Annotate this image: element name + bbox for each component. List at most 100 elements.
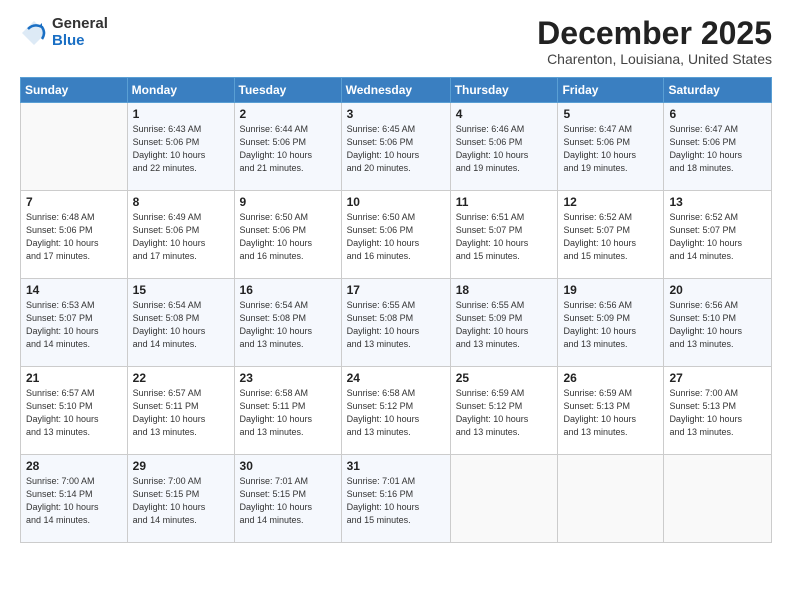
col-thursday: Thursday bbox=[450, 78, 558, 103]
day-info: Sunrise: 6:54 AM Sunset: 5:08 PM Dayligh… bbox=[133, 299, 229, 351]
day-info: Sunrise: 6:58 AM Sunset: 5:11 PM Dayligh… bbox=[240, 387, 336, 439]
day-info: Sunrise: 7:01 AM Sunset: 5:15 PM Dayligh… bbox=[240, 475, 336, 527]
day-number: 17 bbox=[347, 283, 445, 297]
day-number: 2 bbox=[240, 107, 336, 121]
day-number: 9 bbox=[240, 195, 336, 209]
calendar-cell: 21 Sunrise: 6:57 AM Sunset: 5:10 PM Dayli… bbox=[21, 367, 128, 455]
day-info: Sunrise: 6:45 AM Sunset: 5:06 PM Dayligh… bbox=[347, 123, 445, 175]
calendar-cell: 2 Sunrise: 6:44 AM Sunset: 5:06 PM Daylig… bbox=[234, 103, 341, 191]
day-number: 28 bbox=[26, 459, 122, 473]
day-number: 18 bbox=[456, 283, 553, 297]
day-number: 27 bbox=[669, 371, 766, 385]
calendar-cell: 4 Sunrise: 6:46 AM Sunset: 5:06 PM Daylig… bbox=[450, 103, 558, 191]
day-number: 5 bbox=[563, 107, 658, 121]
main-title: December 2025 bbox=[537, 16, 772, 51]
calendar-cell: 31 Sunrise: 7:01 AM Sunset: 5:16 PM Dayli… bbox=[341, 455, 450, 543]
calendar-cell: 22 Sunrise: 6:57 AM Sunset: 5:11 PM Dayli… bbox=[127, 367, 234, 455]
day-info: Sunrise: 6:46 AM Sunset: 5:06 PM Dayligh… bbox=[456, 123, 553, 175]
day-number: 20 bbox=[669, 283, 766, 297]
logo-blue-text: Blue bbox=[52, 33, 108, 50]
calendar-cell: 28 Sunrise: 7:00 AM Sunset: 5:14 PM Dayli… bbox=[21, 455, 128, 543]
calendar-cell: 14Sunrise: 6:53 AM Sunset: 5:07 PM Dayli… bbox=[21, 279, 128, 367]
day-number: 1 bbox=[133, 107, 229, 121]
calendar-cell: 13 Sunrise: 6:52 AM Sunset: 5:07 PM Dayli… bbox=[664, 191, 772, 279]
col-tuesday: Tuesday bbox=[234, 78, 341, 103]
calendar-cell: 16 Sunrise: 6:54 AM Sunset: 5:08 PM Dayli… bbox=[234, 279, 341, 367]
day-info: Sunrise: 6:58 AM Sunset: 5:12 PM Dayligh… bbox=[347, 387, 445, 439]
day-info: Sunrise: 6:52 AM Sunset: 5:07 PM Dayligh… bbox=[669, 211, 766, 263]
calendar-cell: 11 Sunrise: 6:51 AM Sunset: 5:07 PM Dayli… bbox=[450, 191, 558, 279]
day-info: Sunrise: 7:00 AM Sunset: 5:14 PM Dayligh… bbox=[26, 475, 122, 527]
day-info: Sunrise: 6:55 AM Sunset: 5:08 PM Dayligh… bbox=[347, 299, 445, 351]
calendar-cell: 15 Sunrise: 6:54 AM Sunset: 5:08 PM Dayli… bbox=[127, 279, 234, 367]
week-row-2: 7 Sunrise: 6:48 AM Sunset: 5:06 PM Daylig… bbox=[21, 191, 772, 279]
day-info: Sunrise: 6:56 AM Sunset: 5:09 PM Dayligh… bbox=[563, 299, 658, 351]
day-number: 16 bbox=[240, 283, 336, 297]
day-info: Sunrise: 6:57 AM Sunset: 5:10 PM Dayligh… bbox=[26, 387, 122, 439]
week-row-1: 1Sunrise: 6:43 AM Sunset: 5:06 PM Daylig… bbox=[21, 103, 772, 191]
calendar-cell bbox=[21, 103, 128, 191]
calendar-cell bbox=[558, 455, 664, 543]
day-info: Sunrise: 7:01 AM Sunset: 5:16 PM Dayligh… bbox=[347, 475, 445, 527]
day-number: 26 bbox=[563, 371, 658, 385]
subtitle: Charenton, Louisiana, United States bbox=[537, 51, 772, 67]
calendar-cell: 20 Sunrise: 6:56 AM Sunset: 5:10 PM Dayli… bbox=[664, 279, 772, 367]
col-friday: Friday bbox=[558, 78, 664, 103]
calendar-cell bbox=[450, 455, 558, 543]
calendar-cell: 17 Sunrise: 6:55 AM Sunset: 5:08 PM Dayli… bbox=[341, 279, 450, 367]
day-number: 19 bbox=[563, 283, 658, 297]
day-info: Sunrise: 6:50 AM Sunset: 5:06 PM Dayligh… bbox=[347, 211, 445, 263]
calendar-cell bbox=[664, 455, 772, 543]
day-info: Sunrise: 6:56 AM Sunset: 5:10 PM Dayligh… bbox=[669, 299, 766, 351]
calendar-table: Sunday Monday Tuesday Wednesday Thursday… bbox=[20, 77, 772, 543]
day-info: Sunrise: 6:51 AM Sunset: 5:07 PM Dayligh… bbox=[456, 211, 553, 263]
week-row-5: 28 Sunrise: 7:00 AM Sunset: 5:14 PM Dayli… bbox=[21, 455, 772, 543]
day-number: 6 bbox=[669, 107, 766, 121]
calendar-cell: 25 Sunrise: 6:59 AM Sunset: 5:12 PM Dayli… bbox=[450, 367, 558, 455]
day-number: 15 bbox=[133, 283, 229, 297]
day-info: Sunrise: 6:52 AM Sunset: 5:07 PM Dayligh… bbox=[563, 211, 658, 263]
calendar-cell: 19 Sunrise: 6:56 AM Sunset: 5:09 PM Dayli… bbox=[558, 279, 664, 367]
day-info: Sunrise: 6:57 AM Sunset: 5:11 PM Dayligh… bbox=[133, 387, 229, 439]
calendar-cell: 1Sunrise: 6:43 AM Sunset: 5:06 PM Daylig… bbox=[127, 103, 234, 191]
calendar-header-row: Sunday Monday Tuesday Wednesday Thursday… bbox=[21, 78, 772, 103]
day-info: Sunrise: 6:59 AM Sunset: 5:12 PM Dayligh… bbox=[456, 387, 553, 439]
day-number: 4 bbox=[456, 107, 553, 121]
calendar-cell: 10 Sunrise: 6:50 AM Sunset: 5:06 PM Dayli… bbox=[341, 191, 450, 279]
day-info: Sunrise: 6:54 AM Sunset: 5:08 PM Dayligh… bbox=[240, 299, 336, 351]
day-number: 8 bbox=[133, 195, 229, 209]
day-number: 7 bbox=[26, 195, 122, 209]
col-monday: Monday bbox=[127, 78, 234, 103]
calendar-cell: 9Sunrise: 6:50 AM Sunset: 5:06 PM Daylig… bbox=[234, 191, 341, 279]
calendar-cell: 5 Sunrise: 6:47 AM Sunset: 5:06 PM Daylig… bbox=[558, 103, 664, 191]
logo: General Blue bbox=[20, 16, 108, 49]
day-info: Sunrise: 6:55 AM Sunset: 5:09 PM Dayligh… bbox=[456, 299, 553, 351]
day-number: 22 bbox=[133, 371, 229, 385]
logo-text: General Blue bbox=[52, 16, 108, 49]
day-number: 21 bbox=[26, 371, 122, 385]
calendar-cell: 30 Sunrise: 7:01 AM Sunset: 5:15 PM Dayli… bbox=[234, 455, 341, 543]
day-number: 3 bbox=[347, 107, 445, 121]
day-number: 11 bbox=[456, 195, 553, 209]
calendar-cell: 23Sunrise: 6:58 AM Sunset: 5:11 PM Dayli… bbox=[234, 367, 341, 455]
calendar-cell: 27 Sunrise: 7:00 AM Sunset: 5:13 PM Dayli… bbox=[664, 367, 772, 455]
calendar-cell: 26Sunrise: 6:59 AM Sunset: 5:13 PM Dayli… bbox=[558, 367, 664, 455]
col-sunday: Sunday bbox=[21, 78, 128, 103]
day-number: 31 bbox=[347, 459, 445, 473]
day-number: 30 bbox=[240, 459, 336, 473]
calendar-cell: 6Sunrise: 6:47 AM Sunset: 5:06 PM Daylig… bbox=[664, 103, 772, 191]
logo-general-text: General bbox=[52, 16, 108, 33]
day-info: Sunrise: 6:44 AM Sunset: 5:06 PM Dayligh… bbox=[240, 123, 336, 175]
day-number: 10 bbox=[347, 195, 445, 209]
day-number: 29 bbox=[133, 459, 229, 473]
day-info: Sunrise: 7:00 AM Sunset: 5:13 PM Dayligh… bbox=[669, 387, 766, 439]
day-number: 14 bbox=[26, 283, 122, 297]
day-number: 24 bbox=[347, 371, 445, 385]
day-info: Sunrise: 6:47 AM Sunset: 5:06 PM Dayligh… bbox=[563, 123, 658, 175]
day-number: 25 bbox=[456, 371, 553, 385]
day-info: Sunrise: 6:48 AM Sunset: 5:06 PM Dayligh… bbox=[26, 211, 122, 263]
day-number: 13 bbox=[669, 195, 766, 209]
col-wednesday: Wednesday bbox=[341, 78, 450, 103]
day-number: 12 bbox=[563, 195, 658, 209]
week-row-3: 14Sunrise: 6:53 AM Sunset: 5:07 PM Dayli… bbox=[21, 279, 772, 367]
